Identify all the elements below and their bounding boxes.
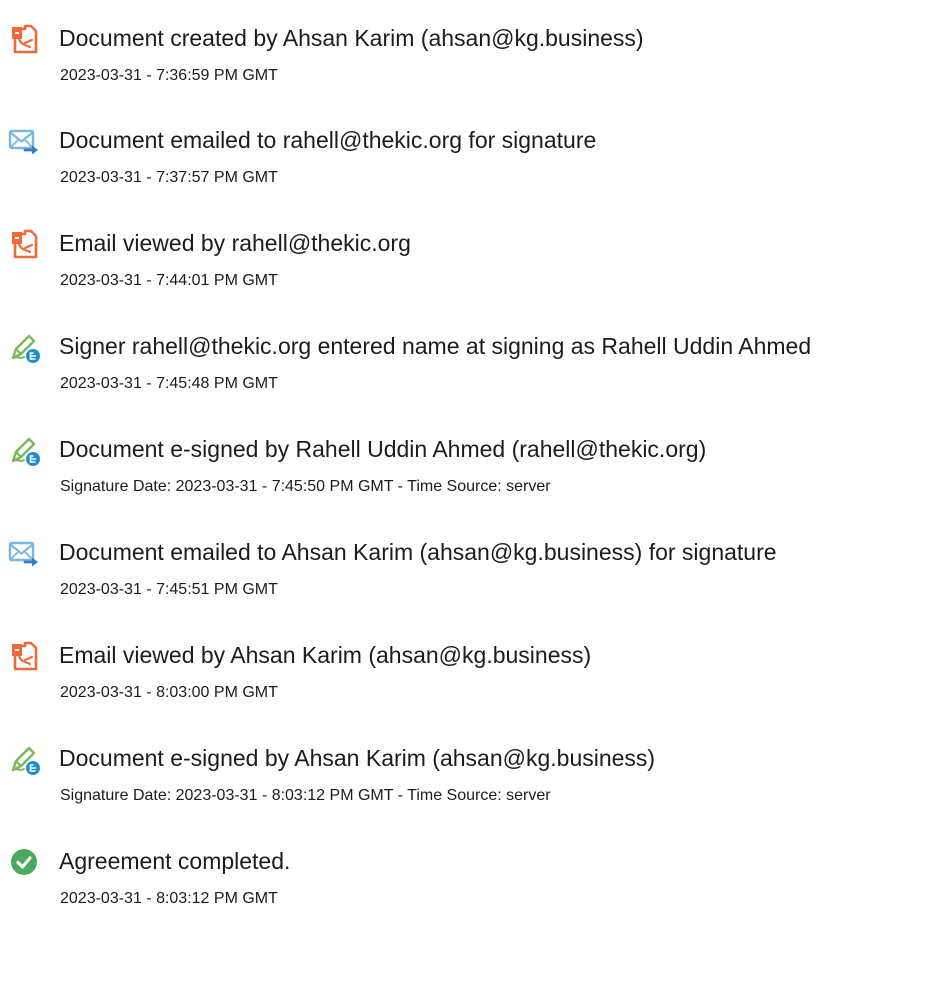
pen-sign-icon [8,743,42,777]
event-timestamp: 2023-03-31 - 8:03:00 PM GMT [60,684,278,701]
event-description: Document emailed to Ahsan Karim (ahsan@k… [59,539,777,565]
event-description: Email viewed by Ahsan Karim (ahsan@kg.bu… [59,642,592,668]
event-timestamp: 2023-03-31 - 7:44:01 PM GMT [60,272,278,289]
pen-sign-icon [8,434,42,468]
event-row: Email viewed by Ahsan Karim (ahsan@kg.bu… [0,640,933,720]
event-description: Document emailed to rahell@thekic.org fo… [59,127,597,153]
pdf-document-icon [8,23,42,57]
event-row: Document created by Ahsan Karim (ahsan@k… [0,23,933,103]
pdf-document-icon [8,640,42,674]
email-send-icon [8,125,42,159]
event-timestamp: Signature Date: 2023-03-31 - 8:03:12 PM … [60,787,551,804]
event-timestamp: 2023-03-31 - 8:03:12 PM GMT [60,890,278,907]
event-row: Email viewed by rahell@thekic.org 2023-0… [0,228,933,308]
event-description: Document e-signed by Rahell Uddin Ahmed … [59,436,707,462]
event-description: Signer rahell@thekic.org entered name at… [59,333,812,359]
event-timestamp: Signature Date: 2023-03-31 - 7:45:50 PM … [60,478,551,495]
event-timestamp: 2023-03-31 - 7:37:57 PM GMT [60,169,278,186]
event-description: Email viewed by rahell@thekic.org [59,230,411,256]
pdf-document-icon [8,228,42,262]
check-circle-icon [8,846,42,880]
event-timestamp: 2023-03-31 - 7:36:59 PM GMT [60,67,278,84]
event-row: Agreement completed. 2023-03-31 - 8:03:1… [0,846,933,926]
event-row: Document e-signed by Ahsan Karim (ahsan@… [0,743,933,823]
event-timestamp: 2023-03-31 - 7:45:48 PM GMT [60,375,278,392]
event-description: Agreement completed. [59,848,291,874]
event-description: Document e-signed by Ahsan Karim (ahsan@… [59,745,656,771]
event-row: Signer rahell@thekic.org entered name at… [0,331,933,411]
event-row: Document emailed to rahell@thekic.org fo… [0,125,933,205]
email-send-icon [8,537,42,571]
event-row: Document emailed to Ahsan Karim (ahsan@k… [0,537,933,617]
pen-sign-icon [8,331,42,365]
event-row: Document e-signed by Rahell Uddin Ahmed … [0,434,933,514]
event-description: Document created by Ahsan Karim (ahsan@k… [59,25,644,51]
event-timestamp: 2023-03-31 - 7:45:51 PM GMT [60,581,278,598]
